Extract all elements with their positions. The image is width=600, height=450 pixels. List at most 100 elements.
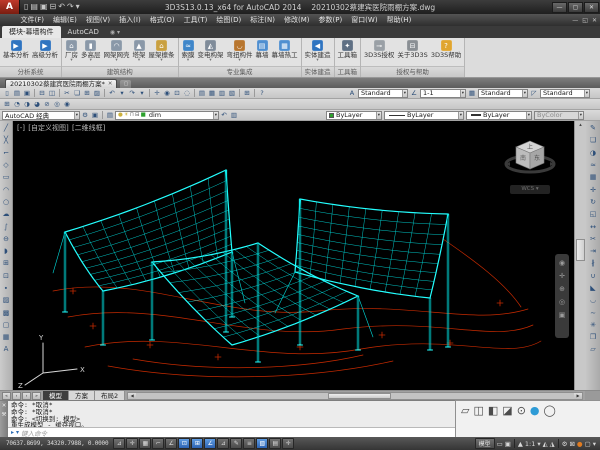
highrise-button[interactable]: ▮多高层▾: [80, 39, 102, 63]
erase-icon[interactable]: ✎: [588, 122, 599, 134]
menu-format[interactable]: 格式(O): [145, 14, 179, 26]
ribbon-tab-autocad[interactable]: AutoCAD: [61, 26, 106, 38]
cut-icon[interactable]: ✂: [62, 88, 72, 98]
line-icon[interactable]: ╱: [1, 122, 12, 134]
last-tab-button[interactable]: »: [32, 392, 41, 400]
vs-conceptual-icon[interactable]: ⊙: [517, 404, 526, 417]
sheet-set-icon[interactable]: ▧: [227, 88, 237, 98]
3d-orbit-icon[interactable]: ◎: [52, 99, 62, 109]
substation-frame-button[interactable]: ◭变电构架▾: [197, 39, 225, 63]
move-icon[interactable]: ✛: [588, 183, 599, 195]
fillet-icon[interactable]: ◡: [588, 294, 599, 306]
help-icon[interactable]: ?: [257, 88, 267, 98]
multiline-text-icon[interactable]: A: [1, 343, 12, 355]
redo-dropdown-icon[interactable]: ▾: [137, 88, 147, 98]
chevron-down-icon[interactable]: ▾: [584, 90, 589, 97]
quick-view-layouts-icon[interactable]: ▭: [497, 440, 503, 448]
layer-previous-icon[interactable]: ↶: [219, 110, 229, 120]
3d-swivel-icon[interactable]: ⊘: [42, 99, 52, 109]
ellipse-icon[interactable]: ⊖: [1, 233, 12, 245]
zoom-previous-icon[interactable]: ◌: [182, 88, 192, 98]
paste-icon[interactable]: ⊞: [82, 88, 92, 98]
table-icon[interactable]: ▦: [1, 331, 12, 343]
menu-insert[interactable]: 插入(I): [115, 14, 146, 26]
qat-new-icon[interactable]: ▯: [24, 0, 28, 14]
insert-block-icon[interactable]: ⊞: [1, 257, 12, 269]
layer-color-chip[interactable]: ■: [141, 111, 146, 119]
calculator-icon[interactable]: ⊞: [242, 88, 252, 98]
annotation-visibility-icon[interactable]: ◭: [543, 440, 548, 448]
toolbar-lock-icon[interactable]: ⊠: [569, 440, 574, 448]
vertical-scrollbar-thumb[interactable]: [576, 239, 585, 261]
menu-draw[interactable]: 绘图(D): [212, 14, 246, 26]
ribbon-tab-module-curtainwall[interactable]: 模块-幕墙构件: [2, 26, 61, 38]
layer-plot-icon[interactable]: ⊟: [135, 111, 140, 119]
layer-states-icon[interactable]: ▥: [229, 110, 239, 120]
command-close-icon[interactable]: ✕: [2, 403, 7, 409]
drawing-viewport[interactable]: YXZ [-] [自定义视图] [二维线框] 上 南 东 WCS ▾ ◉✛⊕◎▣: [13, 121, 574, 390]
model-space-button[interactable]: 模型: [475, 438, 495, 449]
make-block-icon[interactable]: ⊡: [1, 270, 12, 282]
snap-mode-toggle[interactable]: ✛: [126, 438, 138, 449]
curved-member-button[interactable]: ◡弯扭构件▾: [226, 39, 254, 63]
menu-window[interactable]: 窗口(W): [347, 14, 382, 26]
polyline-icon[interactable]: ⌐: [1, 147, 12, 159]
scroll-left-icon[interactable]: ◀: [128, 393, 136, 399]
polar-tracking-toggle[interactable]: ∠: [165, 438, 177, 449]
menu-edit[interactable]: 编辑(E): [49, 14, 82, 26]
qat-redo-icon[interactable]: ↷: [67, 0, 74, 14]
rotate-icon[interactable]: ↻: [588, 196, 599, 208]
help-button[interactable]: ?3D3S帮助: [430, 39, 462, 59]
offset-icon[interactable]: ≈: [588, 159, 599, 171]
layer-lock-icon[interactable]: ⊓: [130, 111, 134, 119]
group-icon[interactable]: ❒: [588, 331, 599, 343]
workspace-switching-icon[interactable]: ⚙: [562, 440, 568, 448]
zoom-tool-icon[interactable]: ⊕: [559, 285, 565, 293]
horizontal-scrollbar-thumb[interactable]: [328, 393, 392, 399]
qat-open-icon[interactable]: ▤: [30, 0, 38, 14]
object-snap-tracking-toggle[interactable]: ∠: [204, 438, 216, 449]
extend-icon[interactable]: ⇥: [588, 245, 599, 257]
copy-icon[interactable]: ❏: [588, 134, 599, 146]
viewcube-top-face[interactable]: 上: [527, 143, 533, 151]
command-input[interactable]: ▸ ▾ 键入命令: [8, 427, 455, 437]
performance-icon[interactable]: ●: [577, 440, 583, 448]
license-button[interactable]: ⊸3D3S授权: [363, 39, 395, 59]
tray-arrow-icon[interactable]: ▾: [593, 440, 596, 448]
color-combo[interactable]: ByLayer▾: [326, 111, 382, 120]
visual-style-control[interactable]: [二维线框]: [72, 124, 105, 132]
dim-style-combo[interactable]: 1-1▾: [420, 89, 466, 98]
mirror-icon[interactable]: ◑: [588, 147, 599, 159]
menu-tools[interactable]: 工具(T): [179, 14, 212, 26]
scale-icon[interactable]: ◱: [588, 208, 599, 220]
infer-constraints-toggle[interactable]: ⊿: [113, 438, 125, 449]
showmotion-icon[interactable]: ▣: [559, 311, 566, 319]
rectangle-icon[interactable]: ▭: [1, 171, 12, 183]
chevron-down-icon[interactable]: ▾: [526, 112, 531, 119]
grid-display-toggle[interactable]: ▦: [139, 438, 151, 449]
annotation-scale-icon[interactable]: ▲: [518, 440, 523, 448]
free-orbit-icon[interactable]: ◑: [22, 99, 32, 109]
viewcube-wcs-menu[interactable]: WCS ▾: [510, 185, 550, 194]
viewcube[interactable]: 上 南 东 WCS ▾: [502, 131, 558, 197]
vs-xray-icon[interactable]: ◯: [544, 404, 556, 417]
cable-membrane-button[interactable]: ≈索膜▾: [181, 39, 196, 63]
quick-view-drawings-icon[interactable]: ▣: [505, 440, 511, 448]
pan-icon[interactable]: ✛: [152, 88, 162, 98]
text-style-combo[interactable]: Standard▾: [358, 89, 408, 98]
full-navigation-wheel-icon[interactable]: ◉: [559, 259, 565, 267]
document-tab[interactable]: 20210302蔡建宾医院雨棚方案* ✕: [5, 79, 117, 88]
3d-object-snap-toggle[interactable]: ⊞: [191, 438, 203, 449]
layer-properties-icon[interactable]: ▤: [105, 110, 115, 120]
chevron-down-icon[interactable]: ▾: [458, 112, 463, 119]
chevron-down-icon[interactable]: ▾: [537, 440, 540, 448]
command-settings-icon[interactable]: ⚒: [2, 412, 7, 418]
menu-file[interactable]: 文件(F): [16, 14, 49, 26]
new-drawing-tab-button[interactable]: ▢: [120, 80, 131, 88]
redo-icon[interactable]: ↷: [127, 88, 137, 98]
command-dropdown-icon[interactable]: ▾: [16, 429, 19, 436]
viewcube-left-face[interactable]: 南: [520, 154, 526, 162]
chevron-down-icon[interactable]: ▾: [460, 90, 465, 97]
arc-icon[interactable]: ◠: [1, 183, 12, 195]
new-icon[interactable]: ▯: [2, 88, 12, 98]
